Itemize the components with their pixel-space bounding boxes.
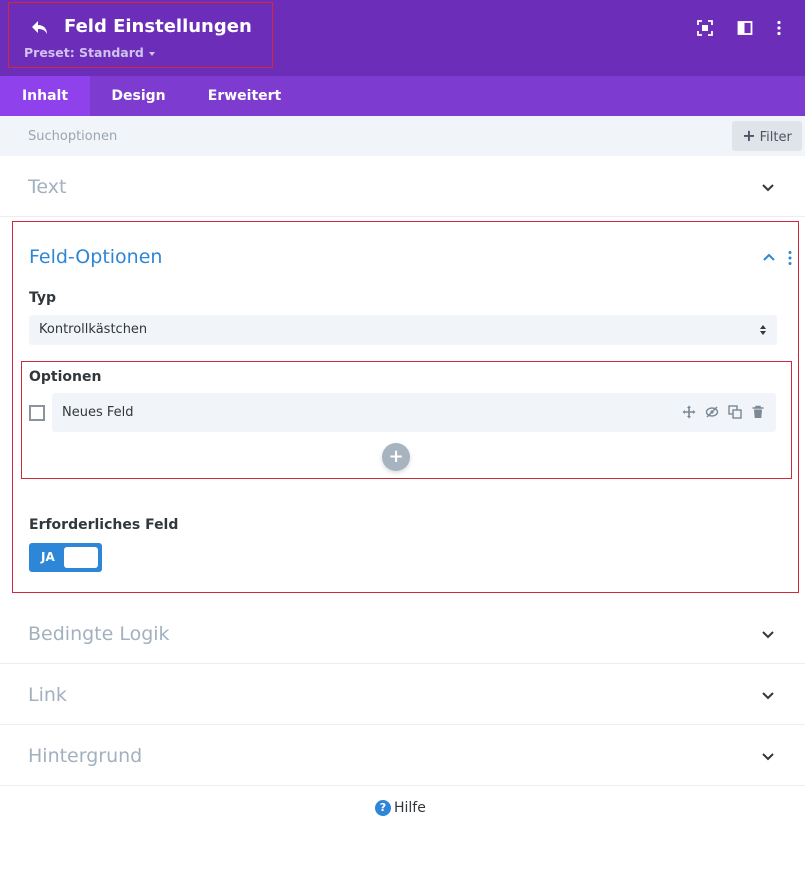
focus-icon[interactable] xyxy=(697,20,713,36)
tab-inhalt[interactable]: Inhalt xyxy=(0,76,90,116)
filter-label: Filter xyxy=(759,130,792,145)
caret-down-icon xyxy=(148,51,155,56)
visibility-off-icon[interactable] xyxy=(705,405,719,419)
section-title: Link xyxy=(28,684,67,706)
panel-title[interactable]: Feld-Optionen xyxy=(29,246,162,268)
type-select-value: Kontrollkästchen xyxy=(39,322,148,337)
section-conditional-logic[interactable]: Bedingte Logik xyxy=(0,603,805,664)
required-label: Erforderliches Feld xyxy=(29,517,179,533)
toggle-knob xyxy=(64,547,98,568)
tab-erweitert[interactable]: Erweitert xyxy=(187,76,302,116)
sidebar-layout-icon[interactable] xyxy=(737,20,753,36)
move-icon[interactable] xyxy=(682,405,696,419)
options-label: Optionen xyxy=(29,369,102,385)
option-label: Neues Feld xyxy=(62,405,134,420)
section-title: Hintergrund xyxy=(28,745,143,767)
help-label: Hilfe xyxy=(394,799,426,816)
option-checkbox[interactable] xyxy=(29,405,45,421)
section-text[interactable]: Text xyxy=(0,156,805,217)
filter-button[interactable]: + Filter xyxy=(732,121,802,151)
chevron-down-icon xyxy=(762,692,774,700)
chevron-down-icon xyxy=(762,631,774,639)
help-link[interactable]: ? Hilfe xyxy=(375,797,426,816)
select-arrows-icon xyxy=(760,325,766,335)
options-box: Optionen Neues Feld + xyxy=(21,361,792,479)
chevron-down-icon xyxy=(762,753,774,761)
section-title: Bedingte Logik xyxy=(28,623,170,645)
page-title: Feld Einstellungen xyxy=(64,16,252,37)
required-toggle[interactable]: JA xyxy=(29,543,102,572)
section-background[interactable]: Hintergrund xyxy=(0,725,805,786)
preset-label: Preset: Standard xyxy=(24,45,144,60)
help-icon: ? xyxy=(375,799,391,816)
search-bar: +Filter xyxy=(0,116,805,156)
toggle-label: JA xyxy=(41,550,55,564)
field-options-panel: Feld-Optionen Typ Kontrollkästchen Optio… xyxy=(12,221,799,593)
search-input[interactable] xyxy=(0,116,720,156)
duplicate-icon[interactable] xyxy=(728,405,742,419)
more-vertical-icon[interactable] xyxy=(787,250,793,266)
settings-header: Feld Einstellungen Preset: Standard xyxy=(0,0,805,76)
type-select[interactable]: Kontrollkästchen xyxy=(29,315,777,345)
chevron-down-icon xyxy=(762,184,774,192)
tab-bar: Inhalt Design Erweitert xyxy=(0,76,805,116)
chevron-up-icon[interactable] xyxy=(761,251,777,263)
tab-design[interactable]: Design xyxy=(90,76,187,116)
preset-dropdown[interactable]: Preset: Standard xyxy=(24,45,155,60)
plus-icon: + xyxy=(742,126,756,145)
trash-icon[interactable] xyxy=(751,405,765,419)
add-option-button[interactable]: + xyxy=(382,443,410,471)
more-vertical-icon[interactable] xyxy=(771,20,787,36)
list-item[interactable]: Neues Feld xyxy=(52,393,776,432)
section-link[interactable]: Link xyxy=(0,664,805,725)
type-label: Typ xyxy=(29,290,57,306)
back-icon[interactable] xyxy=(30,18,50,38)
section-title: Text xyxy=(28,176,67,198)
